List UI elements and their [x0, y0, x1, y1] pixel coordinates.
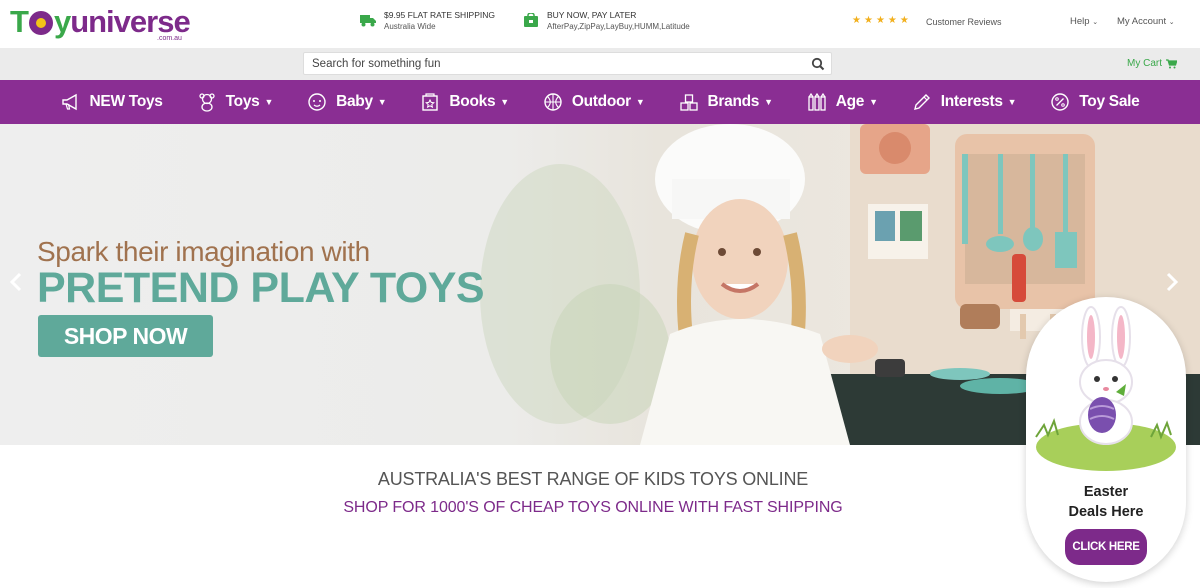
star-icon: ★: [863, 15, 873, 26]
chevron-down-icon: ▼: [377, 97, 387, 107]
logo-o-icon: [28, 11, 53, 35]
review-stars[interactable]: ★ ★ ★ ★ ★: [852, 15, 909, 27]
nav-item-new-toys[interactable]: NEW Toys: [44, 80, 180, 124]
chevron-down-icon: ▼: [635, 97, 645, 107]
hero-banner[interactable]: Spark their imagination with PRETEND PLA…: [0, 124, 1200, 445]
cart-label: My Cart: [1127, 58, 1162, 69]
chevron-down-icon: ⌄: [1092, 19, 1099, 26]
teddy-bear-icon: [198, 93, 215, 112]
truck-icon: [360, 15, 376, 27]
tagline-secondary: SHOP FOR 1000'S OF CHEAP TOYS ONLINE WIT…: [343, 499, 843, 516]
customer-reviews-link[interactable]: Customer Reviews: [926, 17, 1002, 27]
easter-title: Easter Deals Here: [1026, 482, 1186, 522]
search-input[interactable]: [312, 55, 792, 73]
megaphone-icon: [61, 93, 77, 111]
cart-icon: [1166, 58, 1177, 68]
nav-item-label: Toys: [225, 93, 260, 110]
nav-item-label: Outdoor: [571, 93, 631, 110]
chevron-right-icon[interactable]: [1164, 272, 1180, 292]
account-menu[interactable]: My Account ⌄: [1117, 16, 1175, 27]
site-logo[interactable]: Tyuniverse .com.au: [10, 4, 191, 44]
usp-shipping-subtitle: Australia Wide: [384, 22, 436, 31]
account-label: My Account: [1117, 16, 1167, 27]
nav-item-label: Brands: [707, 93, 760, 110]
shopping-bag-icon: [524, 13, 538, 27]
chevron-down-icon: ⌄: [1168, 19, 1175, 26]
nav-item-books[interactable]: Books ▼: [403, 80, 525, 124]
usp-shipping-title: $9.95 FLAT RATE SHIPPING: [384, 10, 496, 20]
usp-shipping[interactable]: $9.95 FLAT RATE SHIPPING Australia Wide: [360, 10, 495, 36]
usp-pay-later[interactable]: BUY NOW, PAY LATER AfterPay,ZipPay,LayBu…: [523, 10, 690, 36]
book-icon: [422, 93, 439, 111]
nav-item-interests[interactable]: Interests ▼: [895, 80, 1034, 124]
star-icon: ★: [875, 15, 885, 26]
search-row: [0, 48, 1200, 80]
search-icon[interactable]: [811, 57, 825, 71]
ball-icon: [544, 93, 562, 111]
nav-item-label: Interests: [940, 93, 1003, 110]
cart-link[interactable]: My Cart: [1127, 58, 1177, 69]
hero-heading: PRETEND PLAY TOYS: [37, 264, 485, 312]
chevron-down-icon: ▼: [869, 97, 878, 107]
main-nav: NEW Toys Toys ▼ Baby ▼ Books ▼ Outdoor ▼…: [0, 80, 1200, 124]
star-icon: ★: [887, 15, 897, 26]
nav-item-label: Age: [835, 93, 865, 110]
search-box: [303, 52, 832, 75]
easter-title-line2: Deals Here: [1068, 504, 1144, 520]
logo-suffix: .com.au: [157, 35, 182, 42]
chevron-down-icon: ▼: [500, 97, 509, 107]
baby-face-icon: [308, 93, 326, 111]
blocks-icon: [679, 94, 698, 111]
nav-item-label: NEW Toys: [89, 93, 163, 110]
nav-item-toys[interactable]: Toys ▼: [180, 80, 290, 124]
chevron-down-icon: ▼: [1007, 97, 1017, 107]
logo-text-toy: Ty: [10, 4, 71, 39]
top-bar: Tyuniverse .com.au $9.95 FLAT RATE SHIPP…: [0, 0, 1200, 48]
pencil-icon: [913, 94, 930, 110]
usp-pay-later-title: BUY NOW, PAY LATER: [547, 10, 637, 20]
nav-item-label: Books: [449, 93, 496, 110]
help-menu[interactable]: Help ⌄: [1070, 16, 1098, 27]
chevron-left-icon[interactable]: [8, 272, 24, 292]
percent-badge-icon: [1051, 93, 1069, 111]
shop-now-button[interactable]: SHOP NOW: [38, 315, 213, 357]
easter-title-line1: Easter: [1083, 484, 1129, 500]
logo-text-universe: universe: [70, 4, 191, 39]
crayons-icon: [808, 92, 826, 111]
nav-item-age[interactable]: Age ▼: [790, 80, 895, 124]
nav-item-baby[interactable]: Baby ▼: [290, 80, 403, 124]
star-icon: ★: [852, 15, 861, 26]
chevron-down-icon: ▼: [264, 97, 274, 107]
nav-item-toy-sale[interactable]: Toy Sale: [1033, 80, 1156, 124]
chevron-down-icon: ▼: [764, 97, 773, 107]
tagline-primary: AUSTRALIA'S BEST RANGE OF KIDS TOYS ONLI…: [377, 469, 809, 489]
nav-item-outdoor[interactable]: Outdoor ▼: [526, 80, 662, 124]
easter-promo-widget[interactable]: Easter Deals Here CLICK HERE: [1026, 297, 1186, 582]
nav-item-label: Toy Sale: [1079, 93, 1140, 110]
nav-item-brands[interactable]: Brands ▼: [662, 80, 790, 124]
page: Tyuniverse .com.au $9.95 FLAT RATE SHIPP…: [0, 0, 1200, 588]
help-label: Help: [1070, 16, 1090, 27]
easter-bunny-illustration: [1035, 306, 1176, 471]
nav-item-label: Baby: [336, 93, 373, 110]
usp-pay-later-subtitle: AfterPay,ZipPay,LayBuy,HUMM,Latitude: [547, 22, 690, 31]
click-here-button[interactable]: CLICK HERE: [1065, 529, 1147, 565]
star-icon: ★: [899, 15, 909, 26]
